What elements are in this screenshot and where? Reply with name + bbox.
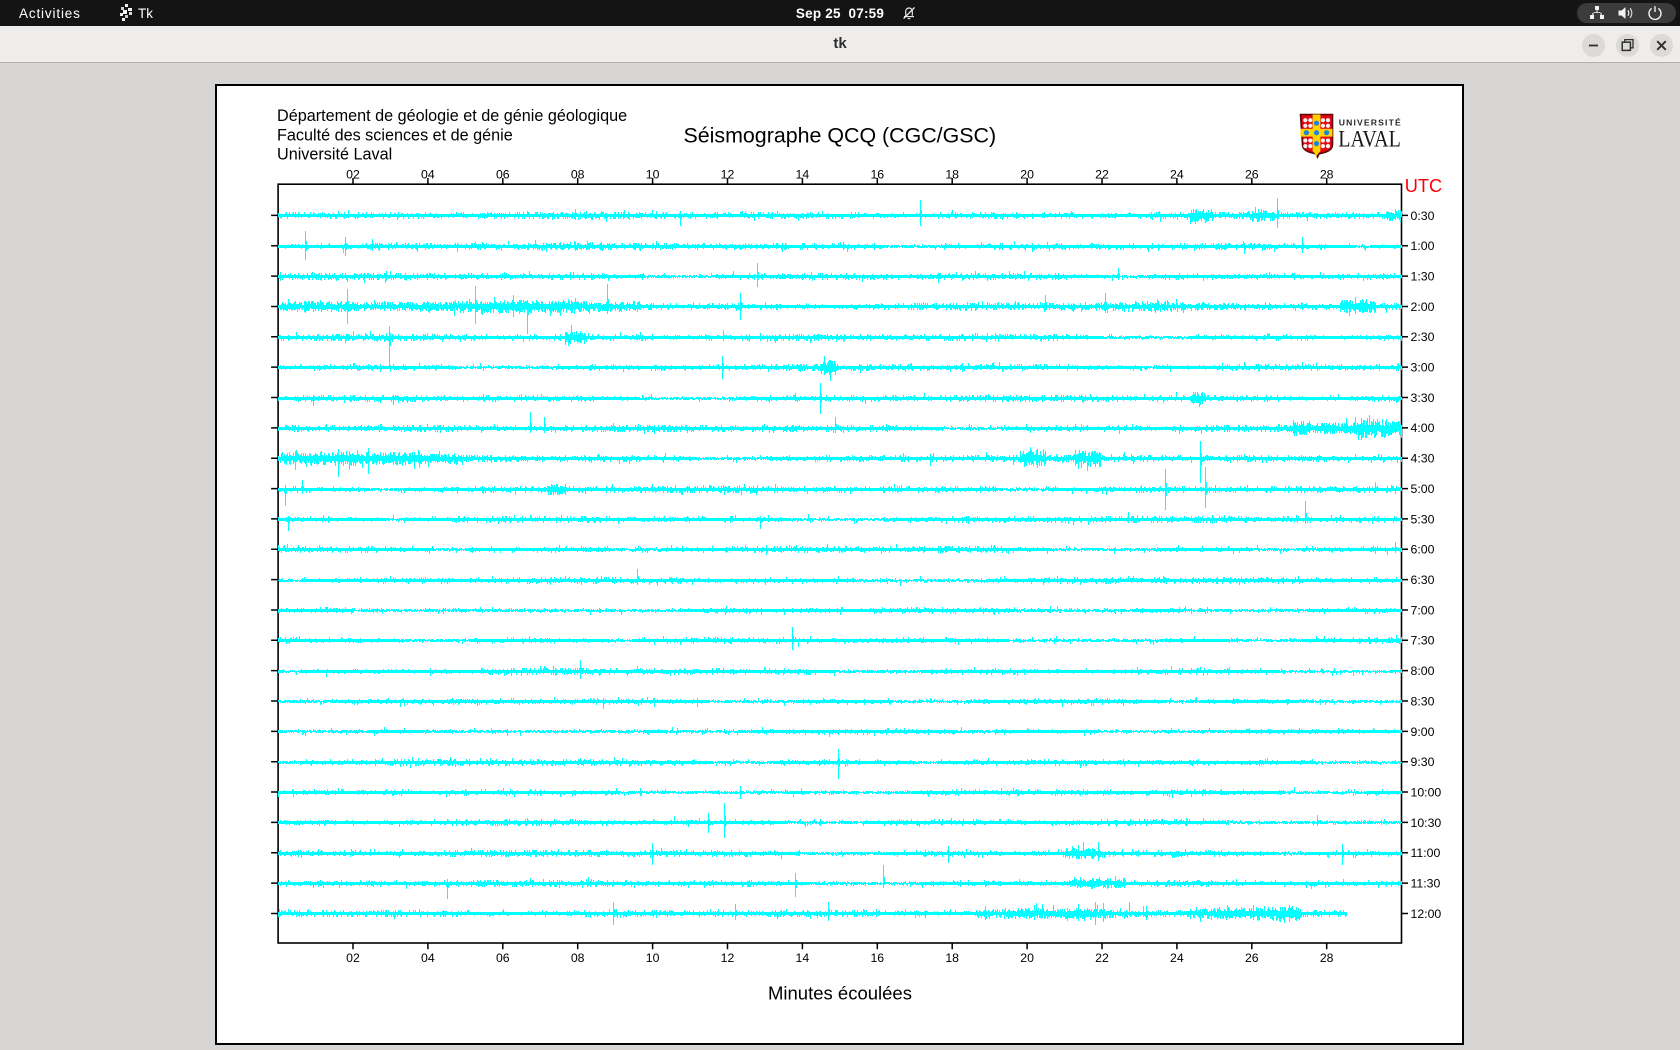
svg-text:LAVAL: LAVAL [1338, 126, 1400, 152]
